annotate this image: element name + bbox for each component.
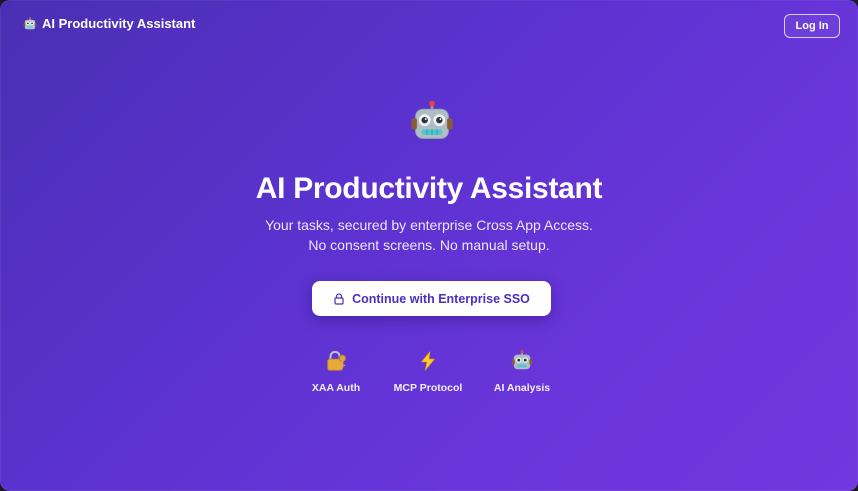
- lightning-icon: [421, 351, 435, 371]
- login-button[interactable]: Log In: [784, 14, 840, 38]
- hero-subtitle-line2: No consent screens. No manual setup.: [308, 237, 550, 253]
- brand-title: AI Productivity Assistant: [42, 16, 196, 31]
- page-title: AI Productivity Assistant: [255, 172, 603, 205]
- app-window: AI Productivity Assistant Log In AI Prod…: [0, 0, 858, 491]
- hero-subtitle-line1: Your tasks, secured by enterprise Cross …: [265, 217, 593, 233]
- feature-label: AI Analysis: [493, 382, 551, 394]
- continue-with-sso-button[interactable]: Continue with Enterprise SSO: [312, 281, 551, 316]
- feature-ai-analysis: AI Analysis: [467, 350, 577, 394]
- lock-key-icon: [327, 350, 347, 371]
- brand[interactable]: AI Productivity Assistant: [23, 16, 195, 31]
- robot-icon: [511, 350, 533, 370]
- robot-icon: [23, 16, 37, 29]
- sso-button-label: Continue with Enterprise SSO: [352, 291, 530, 306]
- lock-icon: [334, 292, 344, 305]
- top-navigation-bar: AI Productivity Assistant Log In: [0, 0, 858, 52]
- robot-icon: [411, 100, 453, 139]
